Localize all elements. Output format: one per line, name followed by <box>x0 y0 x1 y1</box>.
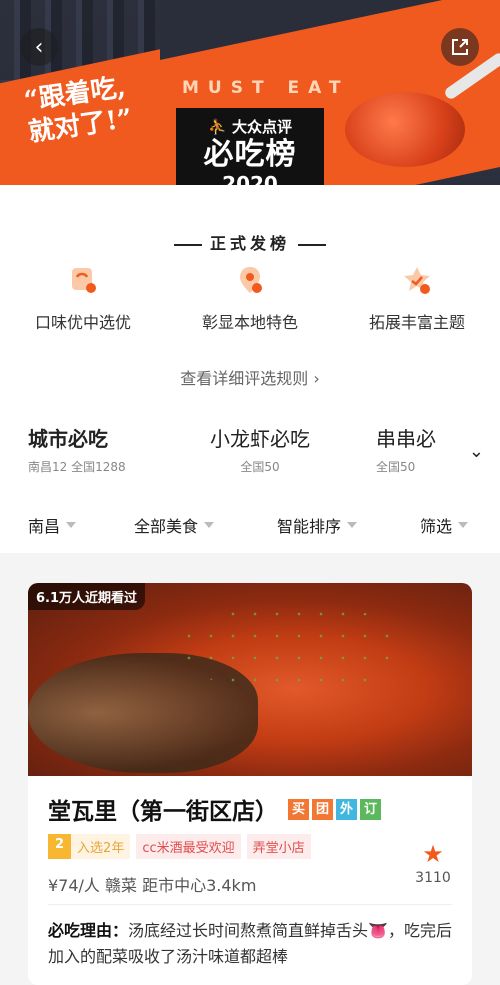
must-eat-logo: ⛹ 大众点评 必吃榜 2020 <box>176 108 324 185</box>
rank-badge: 2 <box>48 834 72 859</box>
hero-banner: “跟着吃, 就对了!” MUST EAT ⛹ 大众点评 必吃榜 2020 ‹ <box>0 0 500 185</box>
popular-tag: cc米酒最受欢迎 <box>136 834 241 859</box>
must-eat-text: MUST EAT <box>182 78 350 98</box>
filter-sort[interactable]: 智能排序 <box>277 513 358 537</box>
filter-bar: 南昌 全部美食 智能排序 筛选 <box>0 513 500 543</box>
release-title: 正式发榜 <box>0 230 500 254</box>
service-booking-badge: 订 <box>360 798 381 820</box>
tab-city-must-eat[interactable]: 城市必吃 南昌12 全国1288 <box>28 423 126 475</box>
back-arrow-icon: ‹ <box>34 34 44 60</box>
style-tag: 弄堂小店 <box>246 834 311 859</box>
restaurant-meta: ¥74/人 赣菜 距市中心3.4km <box>48 876 257 895</box>
tag-row: 2 入选2年 cc米酒最受欢迎 弄堂小店 <box>48 834 317 859</box>
dianping-person-icon: ⛹ <box>208 118 227 136</box>
caret-down-icon <box>66 522 77 528</box>
divider <box>48 904 452 905</box>
star-icon: ★ <box>422 840 444 868</box>
must-eat-reason: 必吃理由：汤底经过长时间熬煮简直鲜掉舌头👅，吃完后加入的配菜吸收了汤汁味道都超棒 <box>48 918 458 970</box>
feature-taste: 口味优中选优 <box>8 265 158 333</box>
rules-link[interactable]: 查看详细评选规则 › <box>0 365 500 389</box>
title-dash-right <box>298 243 326 246</box>
logo-year: 2020 <box>222 172 278 185</box>
list-controls: 查看详细评选规则 › 城市必吃 南昌12 全国1288 小龙虾必吃 全国50 串… <box>0 343 500 553</box>
chevron-down-icon[interactable]: ⌄ <box>469 441 484 462</box>
filter-city[interactable]: 南昌 <box>28 513 77 537</box>
tab-skewers-must-eat[interactable]: 串串必 全国50 <box>376 423 436 475</box>
taste-badge-icon <box>72 268 96 293</box>
restaurant-name[interactable]: 堂瓦里（第一街区店） <box>48 792 278 826</box>
filter-cuisine[interactable]: 全部美食 <box>134 513 215 537</box>
favorite-count: 3110 <box>415 870 451 886</box>
chevron-right-icon: › <box>313 369 320 388</box>
filter-more[interactable]: 筛选 <box>420 513 469 537</box>
caret-down-icon <box>204 522 215 528</box>
years-tag: 入选2年 <box>71 834 131 859</box>
title-dash-left <box>173 243 202 246</box>
restaurant-card[interactable]: 6.1万人近期看过 堂瓦里（第一街区店） 买 团 外 订 2 入选2年 cc米酒… <box>28 583 472 985</box>
feature-theme: 拓展丰富主题 <box>342 265 492 333</box>
banner-dish-image <box>345 92 465 167</box>
caret-down-icon <box>347 522 358 528</box>
feature-label: 口味优中选优 <box>34 313 131 332</box>
tab-crayfish-must-eat[interactable]: 小龙虾必吃 全国50 <box>210 423 310 475</box>
release-section: 正式发榜 口味优中选优 彰显本地特色 拓展丰富主题 <box>0 185 500 343</box>
restaurant-photo[interactable]: 6.1万人近期看过 <box>28 583 472 776</box>
service-group-badge: 团 <box>312 798 333 820</box>
feature-local: 彰显本地特色 <box>175 265 325 333</box>
service-buy-badge: 买 <box>288 798 309 820</box>
name-row: 堂瓦里（第一街区店） 买 团 外 订 <box>48 792 381 826</box>
back-button[interactable]: ‹ <box>20 28 58 66</box>
views-badge: 6.1万人近期看过 <box>28 583 146 610</box>
service-delivery-badge: 外 <box>336 798 357 820</box>
share-button[interactable] <box>441 28 479 66</box>
favorite-button[interactable]: ★ 3110 <box>408 842 458 886</box>
feature-label: 彰显本地特色 <box>201 313 298 332</box>
star-badge-icon <box>404 267 430 294</box>
category-tabs: 城市必吃 南昌12 全国1288 小龙虾必吃 全国50 串串必 全国50 <box>0 423 450 483</box>
caret-down-icon <box>458 522 469 528</box>
logo-brand: 大众点评 <box>231 118 292 136</box>
feature-label: 拓展丰富主题 <box>368 313 465 332</box>
share-icon <box>452 39 468 55</box>
reason-label: 必吃理由： <box>48 921 129 940</box>
location-pin-icon <box>240 267 262 293</box>
logo-title: 必吃榜 <box>203 137 297 172</box>
scallion-garnish <box>178 603 408 693</box>
